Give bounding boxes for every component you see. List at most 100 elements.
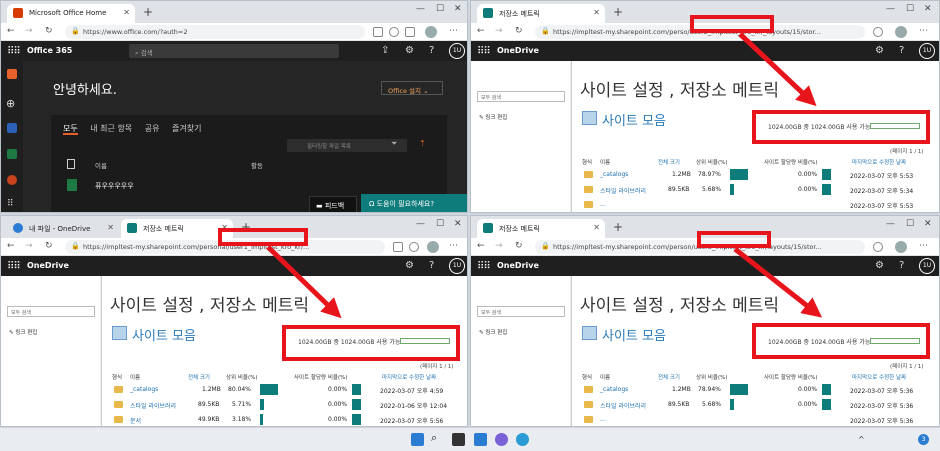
feedback-button[interactable]: ▬ 피드백 (309, 196, 357, 212)
more-icon[interactable]: ⋯ (449, 26, 458, 36)
gear-icon[interactable]: ⚙ (875, 260, 884, 271)
powerpoint-icon[interactable] (7, 175, 17, 185)
tab-onedrive-files[interactable]: 내 파일 - OneDrive ✕ (7, 219, 119, 238)
search-all-box[interactable]: 모두 검색 (477, 306, 565, 317)
app-launcher-icon[interactable]: ⠿⠿ (477, 261, 491, 272)
back-icon[interactable]: ← (477, 26, 485, 36)
tab-all[interactable]: 모두 (63, 124, 78, 135)
tab-recent[interactable]: 내 최근 항목 (90, 124, 132, 133)
tab-storage-metrics[interactable]: 저장소 메트릭 ✕ (477, 4, 605, 23)
tab-storage-metrics[interactable]: 저장소 메트릭 ✕ (121, 219, 233, 238)
share-icon[interactable]: ⇪ (381, 45, 389, 56)
notification-badge[interactable]: 3 (918, 434, 929, 445)
more-icon[interactable]: ⋯ (919, 241, 928, 251)
profile-icon[interactable] (425, 26, 437, 38)
gear-icon[interactable]: ⚙ (875, 45, 884, 56)
col-modified[interactable]: 마지막으로 수정한 날짜 (382, 373, 436, 381)
install-office-button[interactable]: Office 설치 ⌄ (381, 81, 443, 95)
home-icon[interactable] (7, 69, 17, 79)
avatar[interactable]: 1U (449, 43, 465, 59)
column-activity[interactable]: 활동 (251, 160, 263, 170)
item-name[interactable]: 스타일 라이브러리 (600, 186, 646, 195)
new-tab-button[interactable]: + (613, 5, 623, 19)
maximize-icon[interactable]: ☐ (436, 4, 444, 14)
maximize-icon[interactable]: ☐ (906, 219, 914, 229)
profile-icon[interactable] (427, 241, 439, 253)
gear-icon[interactable]: ⚙ (405, 45, 414, 56)
apps-icon[interactable]: ⠿ (7, 199, 14, 209)
refresh-icon[interactable]: ↻ (45, 26, 53, 36)
col-total-size[interactable]: 전체 크기 (188, 373, 210, 381)
tab-shared[interactable]: 공유 (145, 124, 160, 133)
create-icon[interactable]: ⊕ (6, 97, 15, 110)
maximize-icon[interactable]: ☐ (906, 4, 914, 14)
close-tab-icon[interactable]: ✕ (123, 8, 130, 17)
item-name[interactable]: ... (600, 201, 606, 208)
excel-icon[interactable] (7, 149, 17, 159)
maximize-icon[interactable]: ☐ (436, 219, 444, 229)
item-name[interactable]: 스타일 라이브러리 (130, 401, 176, 410)
item-name[interactable]: 문서 (130, 416, 141, 425)
tab-office-home[interactable]: Microsoft Office Home ✕ (7, 4, 135, 23)
close-tab-icon[interactable]: ✕ (107, 223, 114, 232)
item-name[interactable]: _catalogs (130, 386, 158, 393)
back-icon[interactable]: ← (7, 26, 15, 36)
word-icon[interactable] (7, 123, 17, 133)
app-launcher-icon[interactable]: ⠿⠿ (7, 261, 21, 272)
url-field[interactable]: 🔒 https://www.office.com/?auth=2 (65, 25, 365, 39)
edit-links-link[interactable]: ✎ 링크 편집 (9, 328, 37, 336)
chevron-up-icon[interactable]: ^ (858, 435, 865, 444)
widgets-icon[interactable] (474, 433, 487, 446)
upload-icon[interactable]: ⇡ (419, 139, 426, 148)
avatar[interactable]: 1U (919, 43, 935, 59)
filter-icon[interactable]: ⏷ (391, 139, 397, 149)
help-icon[interactable]: ? (899, 45, 904, 56)
profile-icon[interactable] (895, 26, 907, 38)
app-launcher-icon[interactable]: ⠿⠿ (7, 46, 21, 57)
back-icon[interactable]: ← (477, 241, 485, 251)
back-icon[interactable]: ← (7, 241, 15, 251)
search-icon[interactable]: ⌕ (431, 431, 444, 444)
refresh-icon[interactable]: ↻ (515, 241, 523, 251)
minimize-icon[interactable]: — (416, 4, 425, 14)
close-window-icon[interactable]: ✕ (924, 4, 932, 14)
favorites-icon[interactable] (409, 242, 419, 252)
close-window-icon[interactable]: ✕ (454, 4, 462, 14)
edit-links-link[interactable]: ✎ 링크 편집 (479, 328, 507, 336)
forward-icon[interactable]: → (25, 241, 33, 251)
item-name[interactable]: 스타일 라이브러리 (600, 401, 646, 410)
col-modified[interactable]: 마지막으로 수정한 날짜 (852, 158, 906, 166)
edge-icon[interactable] (516, 433, 529, 446)
edit-links-link[interactable]: ✎ 링크 편집 (479, 113, 507, 121)
search-all-box[interactable]: 모두 검색 (477, 91, 565, 102)
tab-storage-metrics[interactable]: 저장소 메트릭 ✕ (477, 219, 605, 238)
file-name[interactable]: 퓨우우우우우 (95, 181, 134, 191)
forward-icon[interactable]: → (495, 241, 503, 251)
close-tab-icon[interactable]: ✕ (593, 223, 600, 232)
refresh-icon[interactable]: ↻ (515, 26, 523, 36)
collections-icon[interactable] (405, 27, 415, 37)
avatar[interactable]: 1U (449, 258, 465, 274)
col-total-size[interactable]: 전체 크기 (658, 158, 680, 166)
extensions-icon[interactable] (393, 242, 403, 252)
gear-icon[interactable]: ⚙ (405, 260, 414, 271)
chat-icon[interactable] (495, 433, 508, 446)
avatar[interactable]: 1U (919, 258, 935, 274)
profile-icon[interactable] (895, 241, 907, 253)
help-icon[interactable]: ? (429, 45, 434, 56)
help-button[interactable]: Ω 도움이 필요하세요? (361, 194, 467, 212)
minimize-icon[interactable]: — (886, 219, 895, 229)
forward-icon[interactable]: → (495, 26, 503, 36)
start-icon[interactable] (411, 433, 424, 446)
close-tab-icon[interactable]: ✕ (593, 8, 600, 17)
search-all-box[interactable]: 모두 검색 (7, 306, 95, 317)
more-icon[interactable]: ⋯ (919, 26, 928, 36)
help-icon[interactable]: ? (899, 260, 904, 271)
filter-input[interactable]: 필터링할 파일 목록 (287, 139, 407, 152)
close-window-icon[interactable]: ✕ (924, 219, 932, 229)
tab-favorites[interactable]: 즐겨찾기 (172, 124, 201, 133)
close-window-icon[interactable]: ✕ (454, 219, 462, 229)
minimize-icon[interactable]: — (416, 219, 425, 229)
item-name[interactable]: _catalogs (600, 171, 628, 178)
favorites-icon[interactable] (873, 242, 883, 252)
